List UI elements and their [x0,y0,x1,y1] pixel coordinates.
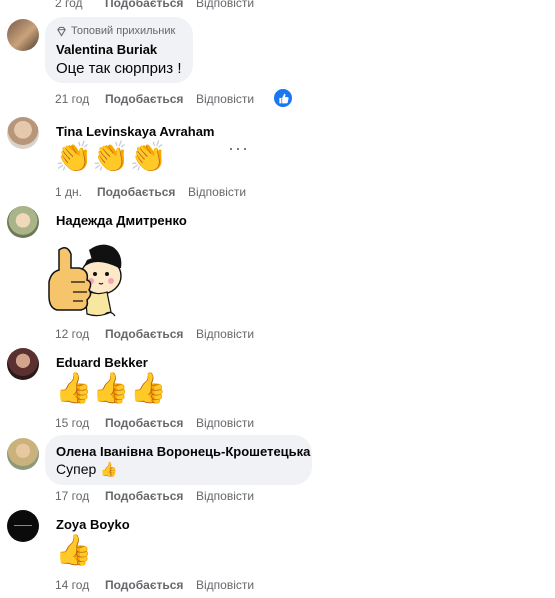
comment-text: 👏👏👏 [55,141,168,174]
comment-author[interactable]: Надежда Дмитренко [56,213,187,228]
comment-author[interactable]: Valentina Buriak [56,42,157,57]
comment-text: Супер 👍 [56,461,118,477]
comment-time[interactable]: 15 год [55,416,89,430]
comment-text: 👍 [55,534,93,567]
comment-meta-row: 14 год Подобається Відповісти [55,578,295,594]
comment-meta-row: 1 дн. Подобається Відповісти [55,185,295,201]
avatar[interactable] [7,19,39,51]
like-reaction-icon[interactable] [272,87,294,109]
comment-author[interactable]: Eduard Bekker [56,355,148,370]
reply-link[interactable]: Відповісти [196,416,254,430]
comment-time[interactable]: 17 год [55,489,89,503]
comment-time[interactable]: 14 год [55,578,89,592]
like-link[interactable]: Подобається [105,578,183,592]
comment-time[interactable]: 21 год [55,92,89,106]
more-options-icon[interactable]: ··· [228,138,249,159]
comment-time[interactable]: 12 год [55,327,89,341]
reply-link[interactable]: Відповісти [196,327,254,341]
reply-link[interactable]: Відповісти [196,489,254,503]
thumbs-up-sticker [45,238,127,320]
reply-link[interactable]: Відповісти [196,92,254,106]
comment-bubble: Олена Іванівна Воронець-Крошетецька Супе… [45,435,312,485]
like-link[interactable]: Подобається [105,327,183,341]
comment-author[interactable]: Zoya Boyko [56,517,130,532]
like-link[interactable]: Подобається [105,416,183,430]
reply-link[interactable]: Відповісти [188,185,246,199]
comment-author[interactable]: Tina Levinskaya Avraham [56,124,215,139]
comment-text: Оце так сюрприз ! [56,60,182,77]
reply-link[interactable]: Відповісти [196,578,254,592]
comment-bubble: Топовий прихильник Valentina Buriak Оце … [45,17,193,83]
comment-text: 👍👍👍 [55,372,168,405]
like-link[interactable]: Подобається [105,0,183,10]
like-link[interactable]: Подобається [97,185,175,199]
avatar[interactable] [7,348,39,380]
like-link[interactable]: Подобається [105,92,183,106]
comment-meta-row: 17 год Подобається Відповісти [55,489,295,505]
comment-meta-row: 21 год Подобається Відповісти [55,92,295,108]
comment-time[interactable]: 1 дн. [55,185,82,199]
avatar[interactable] [7,510,39,542]
badge-label: Топовий прихильник [71,25,176,37]
comment-meta-row: 12 год Подобається Відповісти [55,327,295,343]
comment-author[interactable]: Олена Іванівна Воронець-Крошетецька [56,444,310,459]
like-link[interactable]: Подобається [105,489,183,503]
diamond-icon [57,26,66,37]
avatar[interactable] [7,438,39,470]
top-fan-badge: Топовий прихильник [56,25,175,37]
comment-meta-row: 15 год Подобається Відповісти [55,416,295,432]
avatar[interactable] [7,206,39,238]
comment-time[interactable]: 2 год [55,0,83,10]
reply-link[interactable]: Відповісти [196,0,254,10]
avatar[interactable] [7,117,39,149]
